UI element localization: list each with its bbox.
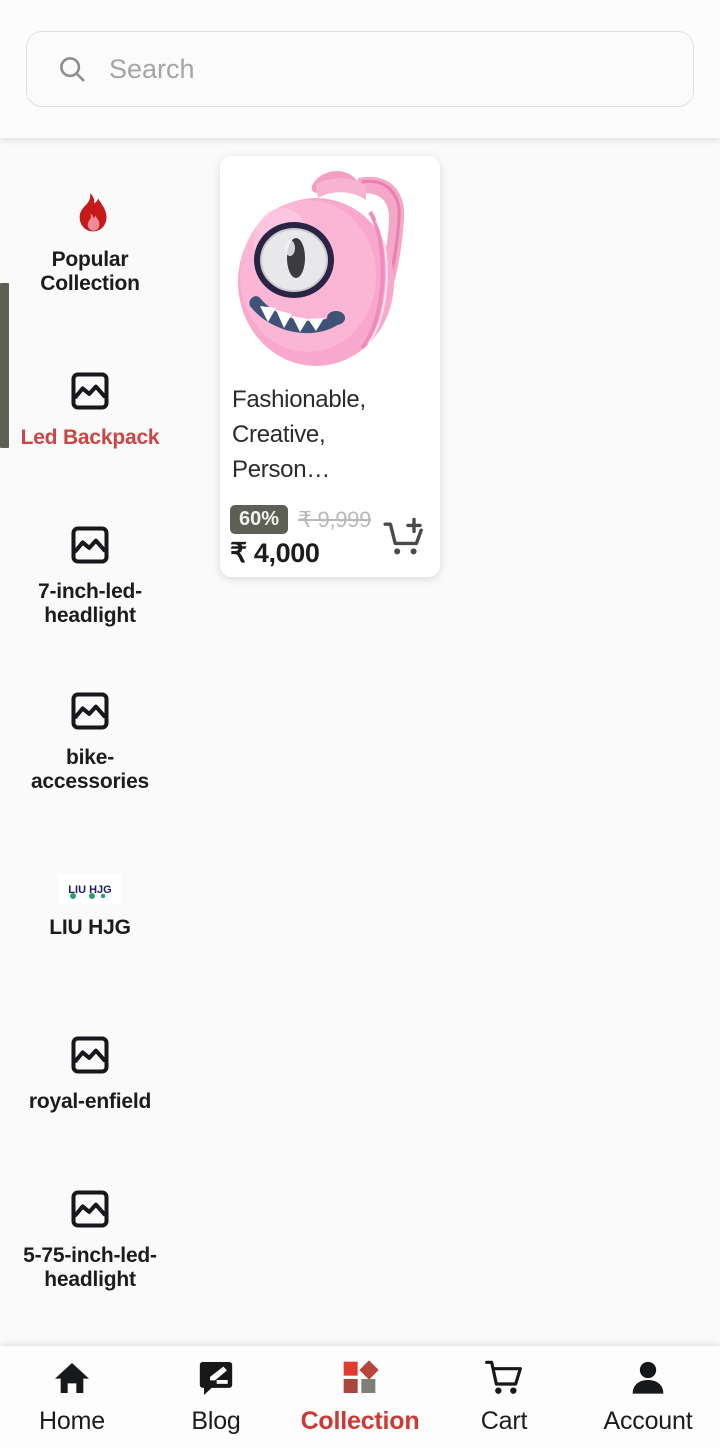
sidebar-item-label: 7-inch-led-headlight — [38, 579, 142, 627]
cart-icon — [482, 1358, 526, 1398]
nav-label: Cart — [480, 1407, 528, 1435]
search-icon — [60, 57, 85, 82]
sidebar-item-label: Led Backpack — [20, 425, 160, 449]
image-broken-icon — [67, 1032, 113, 1078]
product-title: Fashionable, Creative, Person… — [232, 386, 366, 483]
content-area: Popular Collection Led Backpack 7-inch-l… — [0, 138, 720, 1346]
category-sidebar[interactable]: Popular Collection Led Backpack 7-inch-l… — [0, 138, 180, 1346]
sidebar-item-label: LIU HJG — [49, 915, 131, 939]
search-header — [0, 0, 720, 138]
nav-item-collection[interactable]: Collection — [288, 1358, 432, 1436]
sidebar-item-liu-hjg[interactable]: LIU HJG LIU HJG — [0, 824, 180, 990]
sidebar-item-bike-accessories[interactable]: bike-accessories — [0, 658, 180, 824]
nav-label: Blog — [191, 1407, 241, 1435]
nav-item-home[interactable]: Home — [0, 1358, 144, 1436]
blog-icon — [194, 1358, 238, 1398]
image-broken-icon — [67, 688, 113, 734]
current-price: ₹ 4,000 — [230, 538, 320, 569]
sidebar-item-led-backpack[interactable]: Led Backpack — [0, 326, 180, 492]
sidebar-item-label: 5-75-inch-led-headlight — [23, 1243, 157, 1291]
fire-icon — [67, 190, 113, 236]
brand-thumbnail-icon: LIU HJG — [59, 873, 121, 904]
nav-label: Collection — [300, 1407, 420, 1435]
app-screen: Popular Collection Led Backpack — [0, 0, 720, 1448]
nav-item-account[interactable]: Account — [576, 1358, 720, 1436]
product-image — [220, 156, 440, 371]
add-to-cart-icon — [383, 518, 423, 555]
sidebar-item-label: Popular Collection — [40, 247, 140, 295]
collection-icon — [338, 1358, 382, 1398]
image-broken-icon — [67, 368, 113, 414]
product-card[interactable]: Fashionable, Creative, Person… 60% ₹ 9,9… — [220, 156, 440, 578]
bottom-navigation: Home Blog Collection Cart Account — [0, 1346, 720, 1448]
product-price-row: 60% ₹ 9,999 ₹ 4,000 — [220, 487, 440, 569]
sidebar-item-label: bike-accessories — [30, 745, 150, 793]
nav-label: Home — [39, 1407, 105, 1435]
sidebar-item-7-inch-led-headlight[interactable]: 7-inch-led-headlight — [0, 492, 180, 658]
sidebar-scroll-indicator[interactable] — [0, 283, 9, 448]
original-price: ₹ 9,999 — [298, 506, 372, 532]
nav-item-blog[interactable]: Blog — [144, 1358, 288, 1436]
search-input[interactable] — [109, 53, 663, 85]
image-broken-icon — [67, 1186, 113, 1232]
sidebar-item-5-75-inch-led-headlight[interactable]: 5-75-inch-led-headlight — [0, 1156, 180, 1322]
sidebar-item-royal-enfield[interactable]: royal-enfield — [0, 990, 180, 1156]
sidebar-item-popular-collection[interactable]: Popular Collection — [0, 160, 180, 326]
account-icon — [626, 1358, 670, 1398]
discount-badge: 60% — [230, 505, 289, 535]
image-broken-icon — [67, 522, 113, 568]
price-group: 60% ₹ 9,999 ₹ 4,000 — [230, 505, 378, 569]
product-grid: Fashionable, Creative, Person… 60% ₹ 9,9… — [180, 138, 720, 1346]
nav-item-cart[interactable]: Cart — [432, 1358, 576, 1436]
add-to-cart-button[interactable] — [378, 511, 430, 563]
search-bar[interactable] — [26, 31, 694, 107]
home-icon — [50, 1358, 94, 1398]
nav-label: Account — [603, 1407, 693, 1435]
sidebar-item-label: royal-enfield — [28, 1089, 152, 1113]
